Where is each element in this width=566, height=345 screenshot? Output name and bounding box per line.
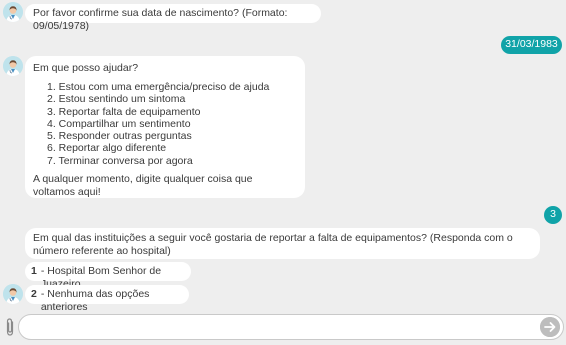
user-message-choice: 3 <box>544 206 562 224</box>
bot-message-text: Por favor confirme sua data de nasciment… <box>33 7 288 32</box>
bot-message-institution-question: Em qual das instituições a seguir você g… <box>25 228 540 259</box>
bot-message-dob-prompt: Por favor confirme sua data de nasciment… <box>25 4 321 32</box>
menu-item: 5. Responder outras perguntas <box>47 130 192 143</box>
user-message-dob: 31/03/1983 <box>501 36 562 54</box>
send-arrow-icon[interactable] <box>540 317 560 337</box>
menu-intro: Em que posso ajudar? <box>33 62 139 74</box>
user-message-text: 3 <box>550 208 556 220</box>
chat-transcript: Por favor confirme sua data de nasciment… <box>0 0 566 313</box>
bot-message-text: Em qual das instituições a seguir você g… <box>33 232 513 257</box>
paperclip-icon[interactable] <box>3 317 17 337</box>
menu-item: 3. Reportar falta de equipamento <box>47 105 201 118</box>
menu-item: 4. Compartilhar um sentimento <box>47 117 191 130</box>
menu-item: 2. Estou sentindo um sintoma <box>47 93 186 106</box>
menu-footer: A qualquer momento, digite qualquer cois… <box>33 173 253 199</box>
doctor-avatar-icon <box>3 2 23 22</box>
doctor-avatar-icon <box>3 56 23 76</box>
hospital-option[interactable]: 1 - Hospital Bom Senhor de Juazeiro <box>25 262 191 290</box>
option-number: 1 <box>31 265 37 277</box>
menu-list: 1. Estou com uma emergência/preciso de a… <box>47 81 297 167</box>
doctor-avatar-icon <box>3 284 23 304</box>
menu-item: 6. Reportar algo diferente <box>47 142 167 155</box>
menu-item: 7. Terminar conversa por agora <box>47 154 193 167</box>
user-message-text: 31/03/1983 <box>505 38 558 50</box>
option-label: - Hospital Bom Senhor de Juazeiro <box>40 265 162 290</box>
option-label: - Nenhuma das opções anteriores <box>40 288 150 313</box>
bot-message-menu: Em que posso ajudar? 1. Estou com uma em… <box>25 56 305 198</box>
menu-item: 1. Estou com uma emergência/preciso de a… <box>47 81 270 93</box>
none-option[interactable]: 2 - Nenhuma das opções anteriores <box>25 285 189 313</box>
option-number: 2 <box>31 288 37 300</box>
message-input[interactable] <box>18 314 564 340</box>
